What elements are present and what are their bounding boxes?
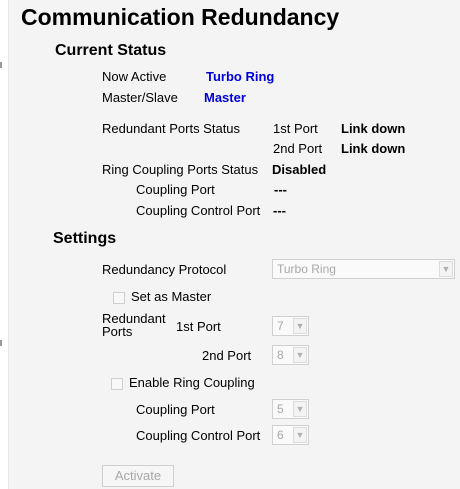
activate-button[interactable]: Activate: [102, 465, 174, 487]
now-active-value: Turbo Ring: [206, 69, 275, 84]
now-active-label: Now Active: [102, 69, 167, 84]
redundancy-protocol-label: Redundancy Protocol: [102, 262, 227, 277]
settings-heading: Settings: [53, 230, 117, 247]
settings-port2-select[interactable]: 8 ▼: [272, 345, 309, 365]
settings-coupling-control-port-label: Coupling Control Port: [136, 428, 261, 443]
settings-port2-label: 2nd Port: [202, 348, 252, 363]
status-coupling-port-value: ---: [274, 182, 287, 197]
settings-port1-selected: 7: [277, 319, 284, 333]
redundancy-panel: Communication Redundancy Current Status …: [8, 0, 460, 489]
status-port2-label: 2nd Port: [273, 141, 323, 156]
current-status-heading: Current Status: [55, 42, 167, 59]
page-title: Communication Redundancy: [21, 4, 340, 30]
status-coupling-control-port-value: ---: [273, 203, 286, 218]
settings-port1-select[interactable]: 7 ▼: [272, 316, 309, 336]
redundant-ports-label-line2: Ports: [102, 324, 133, 339]
redundancy-protocol-select[interactable]: Turbo Ring ▼: [272, 259, 455, 279]
edge-mark-top: [0, 62, 2, 68]
status-port1-label: 1st Port: [273, 121, 318, 136]
settings-port2-selected: 8: [277, 348, 284, 362]
master-slave-label: Master/Slave: [102, 90, 178, 105]
settings-port1-label: 1st Port: [176, 319, 221, 334]
redundancy-protocol-selected: Turbo Ring: [277, 262, 336, 276]
status-port1-value: Link down: [341, 121, 406, 136]
ring-coupling-status-value: Disabled: [272, 162, 327, 177]
chevron-down-icon: ▼: [293, 427, 307, 443]
chevron-down-icon: ▼: [293, 318, 307, 334]
settings-coupling-control-port-select[interactable]: 6 ▼: [272, 425, 309, 445]
enable-ring-coupling-label: Enable Ring Coupling: [129, 375, 255, 390]
ring-coupling-status-label: Ring Coupling Ports Status: [102, 162, 259, 177]
redundant-ports-status-label: Redundant Ports Status: [102, 121, 241, 136]
settings-coupling-port-select[interactable]: 5 ▼: [272, 399, 309, 419]
set-as-master-label: Set as Master: [131, 289, 212, 304]
settings-coupling-port-label: Coupling Port: [136, 402, 215, 417]
status-coupling-control-port-label: Coupling Control Port: [136, 203, 261, 218]
settings-coupling-control-port-selected: 6: [277, 428, 284, 442]
chevron-down-icon: ▼: [293, 347, 307, 363]
enable-ring-coupling-checkbox[interactable]: [111, 378, 123, 390]
chevron-down-icon: ▼: [293, 401, 307, 417]
set-as-master-checkbox[interactable]: [113, 292, 125, 304]
edge-mark-bottom: [0, 340, 2, 346]
chevron-down-icon: ▼: [439, 261, 453, 277]
master-slave-value: Master: [204, 90, 246, 105]
status-coupling-port-label: Coupling Port: [136, 182, 215, 197]
status-port2-value: Link down: [341, 141, 406, 156]
settings-coupling-port-selected: 5: [277, 402, 284, 416]
